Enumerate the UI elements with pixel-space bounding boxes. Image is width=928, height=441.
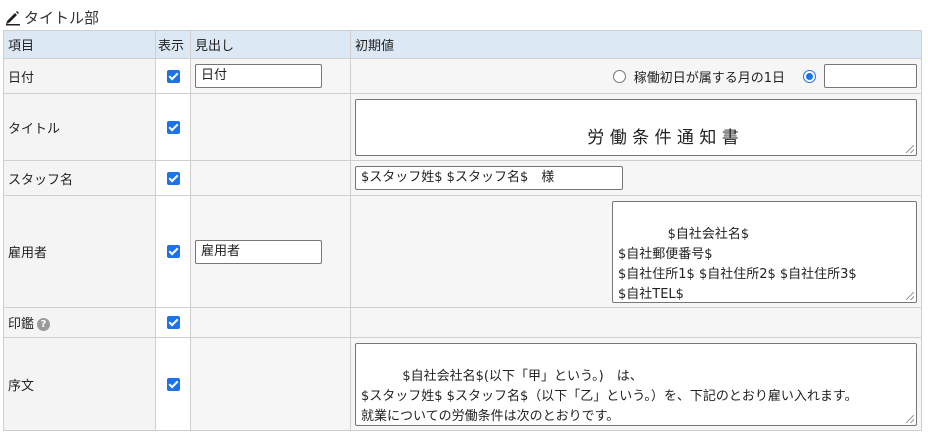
section-title: タイトル部: [4, 6, 99, 28]
row-label-employer: 雇用者: [3, 195, 156, 308]
show-checkbox-staff[interactable]: [166, 171, 180, 185]
preface-textarea[interactable]: $自社会社名$(以下「甲」という。) は、 $スタッフ姓$ $スタッフ名$（以下…: [355, 342, 917, 426]
staff-name-input[interactable]: $スタッフ姓$ $スタッフ名$ 様: [355, 166, 623, 190]
heading-input-date[interactable]: 日付: [195, 64, 322, 88]
column-header-heading: 見出し: [190, 30, 351, 59]
column-header-show: 表示: [155, 30, 191, 59]
column-header-item: 項目: [3, 30, 156, 59]
title-textarea[interactable]: 労 働 条 件 通 知 書: [355, 98, 917, 156]
table-row-seal: 印鑑?: [3, 307, 922, 338]
resize-grip-icon[interactable]: [906, 291, 914, 300]
radio-first-day-of-month[interactable]: [612, 69, 626, 83]
question-circle-icon[interactable]: ?: [37, 318, 51, 331]
radio-custom-date[interactable]: [803, 69, 816, 83]
section-title-text: タイトル部: [24, 8, 100, 27]
radio-first-day-label: 稼働初日が属する月の1日: [633, 70, 785, 86]
table-row-preface: 序文 $自社会社名$(以下「甲」という。) は、 $スタッフ姓$ $スタッフ名$…: [3, 337, 922, 431]
row-label-date: 日付: [3, 58, 156, 94]
heading-input-employer[interactable]: 雇用者: [195, 239, 322, 264]
settings-table: 項目 表示 見出し 初期値 日付 日付 稼働初日が属する月の1日 タイトル 労 …: [3, 30, 922, 431]
show-checkbox-preface[interactable]: [166, 377, 180, 391]
table-row-title: タイトル 労 働 条 件 通 知 書: [3, 93, 922, 161]
show-checkbox-title[interactable]: [166, 120, 180, 134]
table-header-row: 項目 表示 見出し 初期値: [3, 30, 922, 59]
row-label-seal: 印鑑: [8, 317, 35, 332]
resize-grip-icon[interactable]: [906, 414, 914, 423]
show-checkbox-date[interactable]: [166, 69, 180, 83]
row-label-title: タイトル: [3, 93, 156, 161]
table-row-date: 日付 日付 稼働初日が属する月の1日: [3, 58, 922, 94]
show-checkbox-employer[interactable]: [166, 245, 180, 258]
row-label-preface: 序文: [3, 337, 156, 431]
column-header-initial: 初期値: [350, 30, 922, 59]
resize-grip-icon[interactable]: [906, 144, 914, 153]
pencil-icon: [6, 11, 20, 26]
show-checkbox-seal[interactable]: [166, 316, 180, 329]
preface-textarea-text: $自社会社名$(以下「甲」という。) は、 $スタッフ姓$ $スタッフ名$（以下…: [361, 368, 858, 424]
title-textarea-text: 労 働 条 件 通 知 書: [587, 127, 739, 148]
custom-date-input[interactable]: [824, 64, 917, 88]
row-label-staff: スタッフ名: [3, 160, 156, 196]
table-row-staff: スタッフ名 $スタッフ姓$ $スタッフ名$ 様: [3, 160, 922, 196]
employer-textarea[interactable]: $自社会社名$ $自社郵便番号$ $自社住所1$ $自社住所2$ $自社住所3$…: [612, 200, 917, 303]
employer-textarea-text: $自社会社名$ $自社郵便番号$ $自社住所1$ $自社住所2$ $自社住所3$…: [618, 226, 857, 302]
table-row-employer: 雇用者 雇用者 $自社会社名$ $自社郵便番号$ $自社住所1$ $自社住所2$…: [3, 195, 922, 308]
